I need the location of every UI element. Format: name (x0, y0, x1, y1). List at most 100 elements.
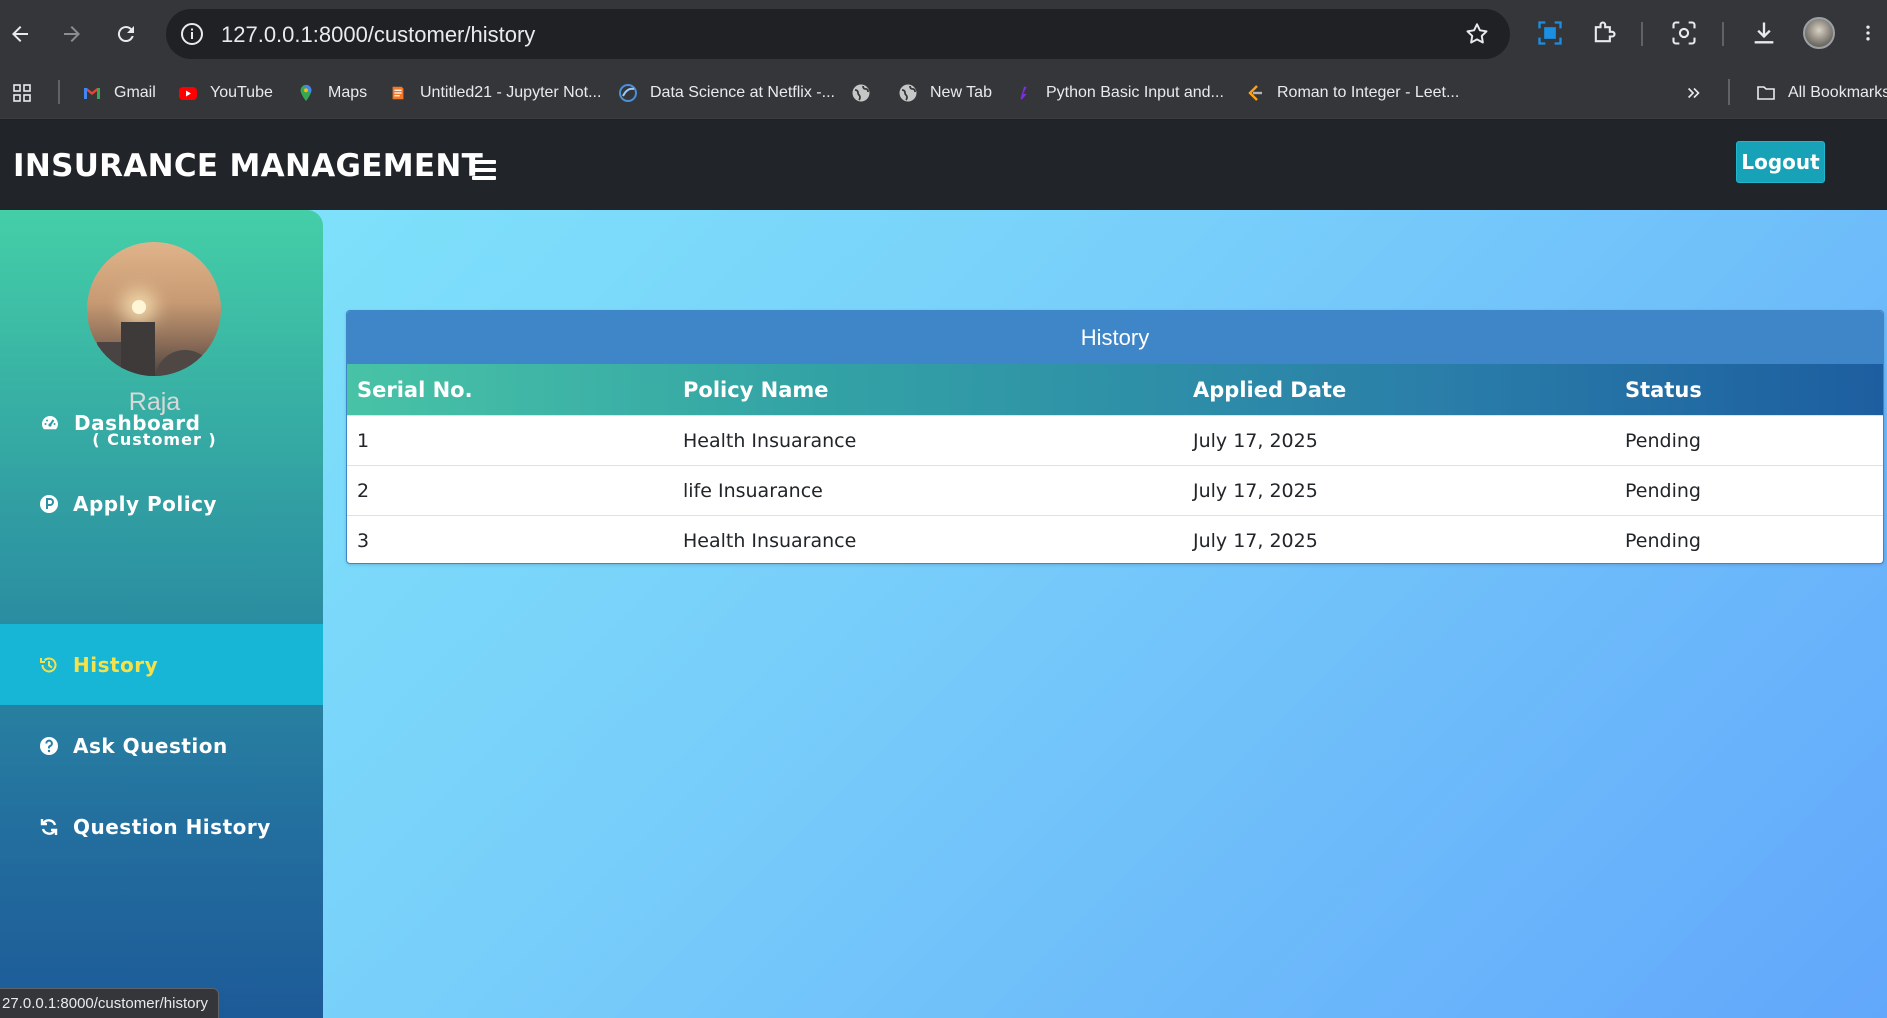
table-header: Serial No. Policy Name Applied Date Stat… (347, 364, 1883, 415)
kebab-menu-icon (1866, 25, 1870, 41)
bookmark-label: YouTube (210, 84, 273, 101)
apps-grid-icon (12, 83, 32, 103)
screen-capture-icon (1538, 21, 1562, 45)
cell-serial: 3 (357, 529, 370, 552)
toolbar-divider (1722, 22, 1724, 46)
cell-applied-date: July 17, 2025 (1193, 479, 1318, 502)
sidebar-item-label: Ask Question (73, 733, 228, 758)
bookmarks-divider (58, 80, 60, 104)
column-header-serial: Serial No. (357, 377, 473, 402)
all-bookmarks-label: All Bookmarks (1788, 84, 1887, 101)
youtube-icon (178, 83, 198, 103)
bookmark-label: Untitled21 - Jupyter Not... (420, 84, 602, 101)
screen-capture-button[interactable] (1534, 17, 1566, 49)
reload-icon (117, 26, 134, 43)
profile-avatar[interactable] (1803, 17, 1835, 49)
forward-button[interactable] (52, 14, 92, 54)
website-icon (618, 83, 638, 103)
chevron-double-right-icon (1684, 83, 1704, 103)
puzzle-icon (1594, 21, 1616, 43)
bookmark-gmail[interactable]: Gmail (82, 80, 156, 106)
all-bookmarks-button[interactable]: All Bookmarks (1756, 80, 1887, 106)
url-text[interactable]: 127.0.0.1:8000/customer/history (221, 22, 535, 48)
cell-applied-date: July 17, 2025 (1193, 529, 1318, 552)
bookmark-label: Maps (328, 84, 368, 101)
sidebar-item-history[interactable]: History (0, 624, 323, 705)
sidebar-item-label: History (73, 652, 159, 677)
downloads-button[interactable] (1748, 17, 1780, 49)
download-icon (1754, 22, 1774, 44)
bookmark-label: Roman to Integer - Leet... (1277, 84, 1460, 101)
table-row: 2 life Insuarance July 17, 2025 Pending (347, 465, 1883, 515)
avatar-sun (132, 300, 146, 314)
column-header-status: Status (1625, 377, 1702, 402)
cell-policy-name: Health Insuarance (683, 529, 857, 552)
sidebar-item-label: Apply Policy (73, 491, 217, 516)
refresh-icon (39, 817, 59, 837)
bookmark-globe[interactable] (851, 80, 883, 106)
cell-policy-name: Health Insuarance (683, 429, 857, 452)
bookmark-label: Data Science at Netflix -... (650, 84, 835, 101)
sidebar-item-dashboard[interactable]: Dashboard (0, 382, 323, 463)
policy-icon (39, 494, 59, 514)
bookmark-netflix-data-science[interactable]: Data Science at Netflix -... (618, 80, 835, 106)
avatar (87, 242, 221, 376)
bookmark-python-basic-input[interactable]: Python Basic Input and... (1014, 80, 1224, 106)
history-icon (39, 655, 59, 675)
website-icon (1014, 83, 1034, 103)
logout-button[interactable]: Logout (1736, 141, 1825, 183)
lens-button[interactable] (1668, 17, 1700, 49)
cell-policy-name: life Insuarance (683, 479, 823, 502)
bookmarks-divider (1728, 79, 1730, 105)
leetcode-icon (1245, 83, 1265, 103)
sidebar-item-ask-question[interactable]: Ask Question (0, 705, 323, 786)
globe-icon (898, 83, 918, 103)
cell-status: Pending (1625, 529, 1701, 552)
table-row: 1 Health Insuarance July 17, 2025 Pendin… (347, 415, 1883, 465)
bookmark-jupyter[interactable]: Untitled21 - Jupyter Not... (388, 80, 601, 106)
jupyter-icon (388, 83, 408, 103)
hamburger-bar (472, 168, 496, 172)
bookmark-label: Gmail (114, 84, 156, 101)
cell-status: Pending (1625, 479, 1701, 502)
globe-icon (851, 83, 871, 103)
avatar-building (97, 342, 123, 376)
hamburger-icon (472, 160, 496, 164)
bookmarks-bar: Gmail YouTube Maps Untitled21 - Jupyter … (0, 67, 1887, 119)
avatar-trees (155, 350, 215, 376)
browser-toolbar: 127.0.0.1:8000/customer/history (0, 0, 1887, 67)
link-status-bar: 27.0.0.1:8000/customer/history (0, 988, 219, 1018)
cell-serial: 2 (357, 479, 370, 502)
browser-menu-button[interactable] (1858, 17, 1878, 49)
card-title: History (347, 311, 1883, 364)
bookmark-maps[interactable]: Maps (296, 80, 367, 106)
bookmark-new-tab[interactable]: New Tab (898, 80, 992, 106)
sidebar-toggle-button[interactable] (472, 160, 496, 180)
reload-button[interactable] (106, 14, 146, 54)
more-bookmarks-button[interactable] (1684, 80, 1716, 106)
cell-status: Pending (1625, 429, 1701, 452)
folder-icon (1756, 83, 1776, 103)
dashboard-icon (40, 413, 60, 433)
camera-search-icon (1672, 21, 1696, 45)
toolbar-divider (1641, 22, 1643, 46)
question-icon (39, 736, 59, 756)
brand-title[interactable]: INSURANCE MANAGEMENT (13, 148, 483, 184)
address-bar[interactable]: 127.0.0.1:8000/customer/history (166, 9, 1510, 59)
arrow-right-icon (64, 26, 80, 42)
apps-button[interactable] (12, 80, 44, 106)
sidebar-item-apply-policy[interactable]: Apply Policy (0, 463, 323, 544)
extensions-button[interactable] (1588, 17, 1620, 49)
sidebar: Raja ( Customer ) Dashboard Apply Policy… (0, 210, 323, 1018)
site-info-icon[interactable] (180, 22, 204, 46)
back-button[interactable] (0, 14, 40, 54)
table-row: 3 Health Insuarance July 17, 2025 Pendin… (347, 515, 1883, 563)
sidebar-item-question-history[interactable]: Question History (0, 786, 323, 867)
bookmark-leetcode[interactable]: Roman to Integer - Leet... (1245, 80, 1459, 106)
bookmark-star-icon[interactable] (1464, 21, 1490, 47)
bookmark-youtube[interactable]: YouTube (178, 80, 273, 106)
history-card: History Serial No. Policy Name Applied D… (346, 310, 1884, 564)
sidebar-item-label: Question History (73, 814, 271, 839)
arrow-left-icon (12, 26, 28, 42)
cell-applied-date: July 17, 2025 (1193, 429, 1318, 452)
